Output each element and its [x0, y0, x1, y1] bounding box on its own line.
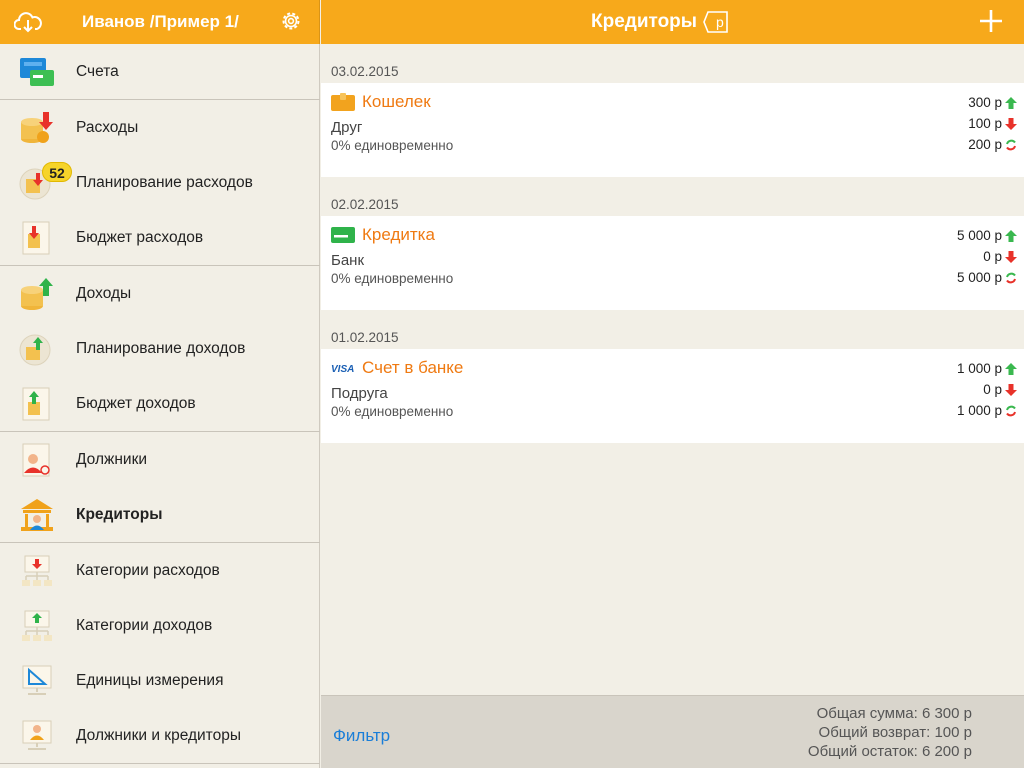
remaining-amount: 5 000 р: [956, 270, 1002, 285]
currency-symbol: р: [716, 14, 724, 30]
income-budget-icon: [22, 387, 50, 421]
remaining-amount: 200 р: [968, 137, 1002, 152]
sidebar-item-income[interactable]: Доходы: [0, 266, 320, 321]
sidebar-item-label: Доходы: [76, 285, 132, 302]
arrow-down-icon: [1005, 251, 1017, 263]
sidebar-item-debtors-creditors[interactable]: Должники и кредиторы: [0, 708, 320, 763]
coins-down-icon: [21, 112, 53, 143]
sidebar-item-label: Бюджет расходов: [76, 229, 204, 246]
income-categories-icon: [22, 610, 52, 641]
summary-footer: Фильтр Общая сумма: 6 300 р Общий возвра…: [321, 695, 1024, 768]
main-header: Кредиторы р: [321, 0, 1024, 44]
sidebar-item-debtors[interactable]: Должники: [0, 432, 320, 487]
person-monitor-icon: [22, 720, 52, 750]
creditor-row[interactable]: Кредитка Банк 0% единовременно 5 000 р 0…: [321, 216, 1024, 310]
sidebar-item-income-planning[interactable]: Планирование доходов: [0, 321, 320, 376]
creditor-name: Кредитка: [362, 225, 435, 244]
total-sum: Общая сумма: 6 300 р: [816, 705, 972, 722]
sidebar-item-label: Счета: [76, 63, 119, 80]
sidebar: Счета Расходы Планирование расходов Бюдж…: [0, 44, 320, 768]
sidebar-item-label: Расходы: [76, 119, 139, 136]
returned-amount: 100 р: [968, 116, 1002, 131]
currency-toggle[interactable]: р: [703, 11, 729, 33]
ruler-triangle-icon: [22, 665, 52, 695]
sidebar-item-creditors[interactable]: Кредиторы: [0, 487, 320, 542]
page-title: Кредиторы: [591, 11, 698, 32]
income-planning-icon: [19, 334, 51, 366]
returned-amount: 0 р: [983, 382, 1002, 397]
sidebar-item-expense-budget[interactable]: Бюджет расходов: [0, 210, 320, 265]
sidebar-item-label: Должники и кредиторы: [76, 727, 241, 744]
terms: 0% единовременно: [331, 271, 454, 286]
expense-categories-icon: [22, 555, 52, 586]
divider: [0, 763, 320, 764]
counterparty: Друг: [331, 119, 363, 136]
arrow-up-icon: [1005, 363, 1017, 375]
total-amount: 300 р: [968, 95, 1002, 110]
arrow-down-icon: [1005, 118, 1017, 130]
svg-text:VISA: VISA: [331, 364, 354, 375]
sidebar-item-label: Единицы измерения: [76, 672, 224, 689]
sidebar-item-income-budget[interactable]: Бюджет доходов: [0, 376, 320, 431]
creditor-row[interactable]: Кошелек Друг 0% единовременно 300 р 100 …: [321, 83, 1024, 177]
arrow-up-icon: [1005, 230, 1017, 242]
entry-date: 02.02.2015: [331, 197, 399, 212]
currency-tag-icon: р: [703, 11, 728, 33]
returned-amount: 0 р: [983, 249, 1002, 264]
refresh-icon: [1006, 139, 1016, 151]
counterparty: Банк: [331, 252, 365, 269]
sidebar-item-label: Должники: [76, 451, 148, 468]
creditors-list: 03.02.2015 Кошелек Друг 0% единовременно…: [321, 44, 1024, 695]
sidebar-item-accounts[interactable]: Счета: [0, 44, 320, 99]
creditor-name: Кошелек: [362, 92, 431, 111]
credit-card-icon: [331, 227, 355, 243]
wallet-cards-icon: [20, 58, 54, 86]
visa-icon: VISA: [331, 364, 354, 375]
sidebar-item-label: Кредиторы: [76, 506, 163, 523]
bank-building-icon: [21, 499, 53, 531]
sidebar-item-label: Категории расходов: [76, 562, 220, 579]
sidebar-item-label: Планирование расходов: [76, 174, 253, 191]
sidebar-item-label: Категории доходов: [76, 617, 213, 634]
sidebar-header: Иванов /Пример 1/: [0, 0, 320, 44]
sidebar-item-label: Бюджет доходов: [76, 395, 196, 412]
entry-date: 01.02.2015: [331, 330, 399, 345]
creditor-row[interactable]: VISA Счет в банке Подруга 0% единовремен…: [321, 349, 1024, 443]
debtors-icon: [22, 443, 50, 477]
total-remaining: Общий остаток: 6 200 р: [807, 743, 972, 760]
refresh-icon: [1006, 405, 1016, 417]
remaining-amount: 1 000 р: [956, 403, 1002, 418]
expense-budget-icon: [22, 221, 50, 255]
cloud-download-icon[interactable]: [14, 9, 42, 35]
entry-date: 03.02.2015: [331, 64, 399, 79]
sidebar-item-income-categories[interactable]: Категории доходов: [0, 598, 320, 653]
planning-count-badge: 52: [42, 162, 72, 182]
profile-title[interactable]: Иванов /Пример 1/: [82, 12, 239, 32]
total-returned: Общий возврат: 100 р: [818, 724, 972, 741]
terms: 0% единовременно: [331, 138, 454, 153]
total-amount: 5 000 р: [956, 228, 1002, 243]
arrow-down-icon: [1005, 384, 1017, 396]
filter-button[interactable]: Фильтр: [333, 726, 390, 746]
refresh-icon: [1006, 272, 1016, 284]
arrow-up-icon: [1005, 97, 1017, 109]
wallet-icon: [331, 93, 355, 111]
coins-up-icon: [21, 278, 53, 310]
sidebar-item-units[interactable]: Единицы измерения: [0, 653, 320, 708]
counterparty: Подруга: [331, 385, 388, 402]
gear-icon[interactable]: [280, 10, 302, 32]
add-creditor-icon[interactable]: [978, 8, 1004, 34]
creditor-name: Счет в банке: [362, 358, 464, 377]
sidebar-item-expense-categories[interactable]: Категории расходов: [0, 543, 320, 598]
sidebar-item-label: Планирование доходов: [76, 340, 246, 357]
total-amount: 1 000 р: [956, 361, 1002, 376]
terms: 0% единовременно: [331, 404, 454, 419]
sidebar-item-expenses[interactable]: Расходы: [0, 100, 320, 155]
